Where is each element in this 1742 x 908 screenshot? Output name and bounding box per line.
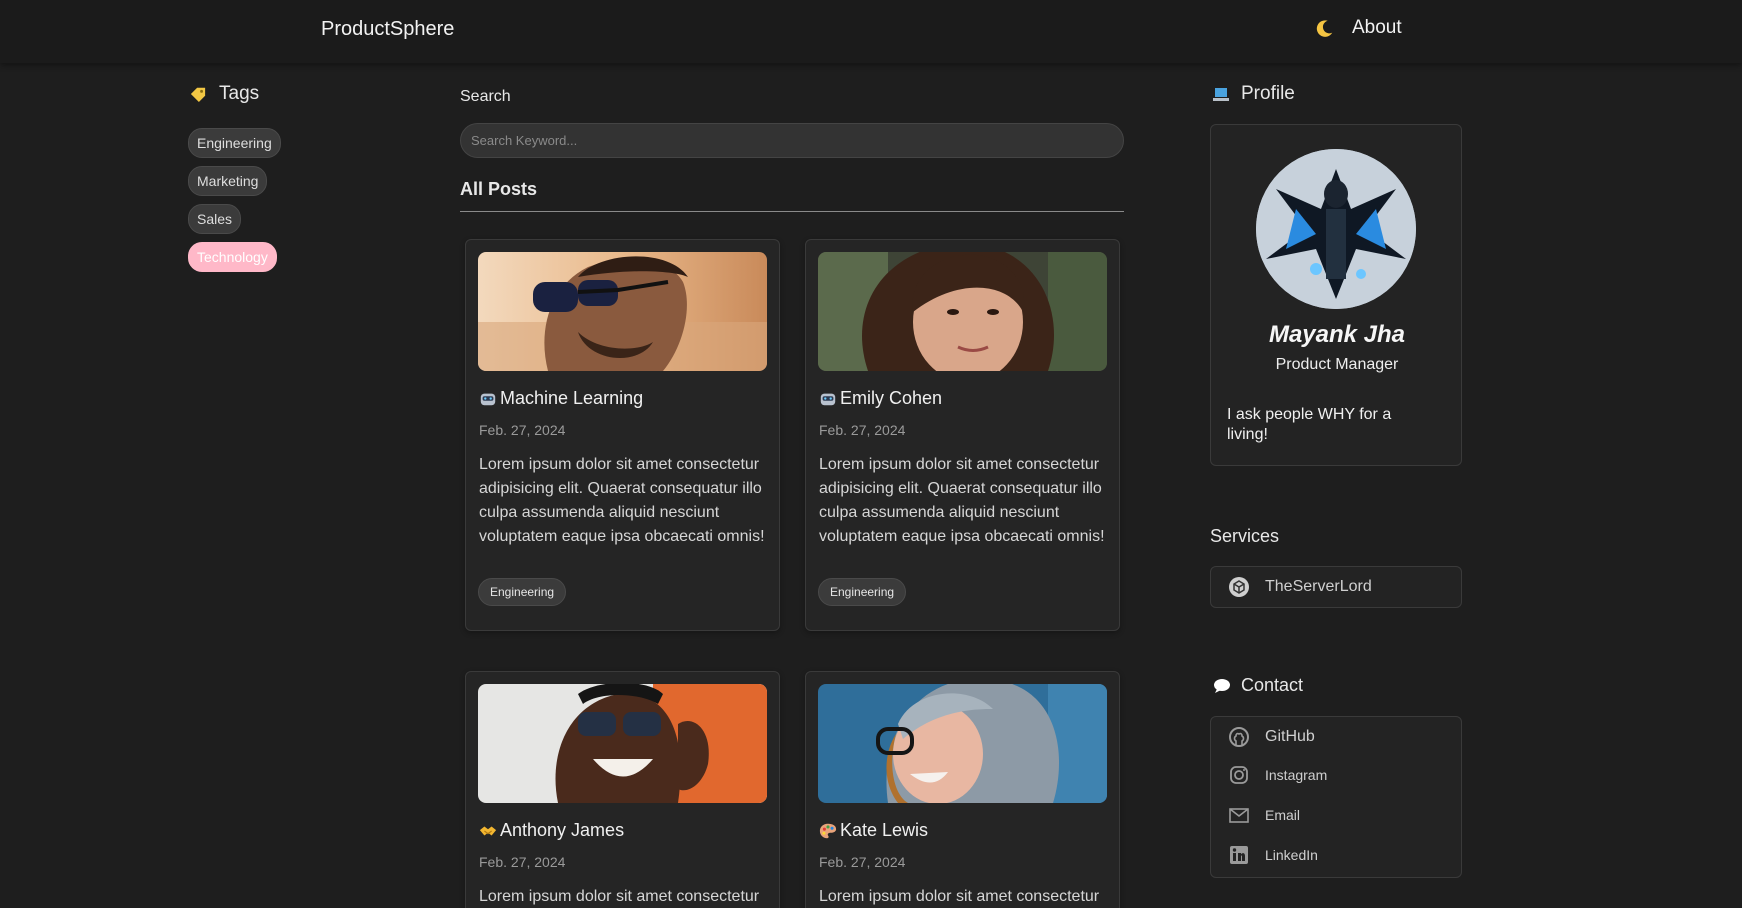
crescent-moon-icon[interactable]: [1313, 18, 1335, 40]
all-posts-heading: All Posts: [460, 179, 538, 199]
post-title[interactable]: Anthony James: [479, 820, 624, 841]
post-card[interactable]: Emily Cohen Feb. 27, 2024 Lorem ipsum do…: [805, 239, 1120, 631]
post-image: [478, 684, 767, 803]
tags-heading: Tags: [189, 83, 259, 105]
post-excerpt: Lorem ipsum dolor sit amet consectetur: [819, 888, 1100, 905]
contact-label: GitHub: [1265, 728, 1315, 745]
post-image: [818, 684, 1107, 803]
laptop-icon: [1213, 87, 1229, 101]
contact-title: Contact: [1241, 675, 1304, 695]
profile-role: Product Manager: [1275, 356, 1399, 373]
robot-face-icon: [480, 393, 496, 405]
post-title[interactable]: Machine Learning: [479, 388, 643, 409]
tag-marketing[interactable]: Marketing: [188, 166, 268, 196]
post-date: Feb. 27, 2024: [479, 422, 566, 438]
post-date: Feb. 27, 2024: [819, 854, 906, 870]
contact-github[interactable]: GitHub: [1228, 726, 1315, 748]
cube-icon: [1229, 577, 1249, 597]
post-tag[interactable]: Engineering: [818, 578, 907, 606]
post-title-text: Anthony James: [500, 820, 625, 840]
contact-panel: GitHub Instagram Email LinkedIn: [1210, 716, 1462, 878]
tag-sales[interactable]: Sales: [188, 204, 242, 234]
profile-card: Mayank Jha Product Manager I ask people …: [1210, 124, 1462, 466]
speech-bubble-icon: [1214, 678, 1230, 693]
tags-title: Tags: [219, 83, 260, 104]
contact-linkedin[interactable]: LinkedIn: [1228, 844, 1318, 866]
post-excerpt: Lorem ipsum dolor sit amet consectetur a…: [479, 456, 765, 545]
post-date: Feb. 27, 2024: [819, 422, 906, 438]
post-card[interactable]: Kate Lewis Feb. 27, 2024 Lorem ipsum dol…: [805, 671, 1120, 908]
robot-face-icon: [820, 393, 836, 405]
linkedin-icon: [1230, 846, 1248, 864]
avatar: [1256, 149, 1416, 309]
services-heading: Services: [1210, 526, 1280, 546]
post-image: [818, 252, 1107, 371]
profile-name: Mayank Jha: [1268, 321, 1406, 348]
tags-list: Engineering Marketing Sales Technology: [188, 128, 281, 280]
profile-heading: Profile: [1213, 83, 1295, 105]
contact-email[interactable]: Email: [1228, 804, 1300, 826]
tag-technology[interactable]: Technology: [188, 242, 277, 272]
instagram-icon: [1230, 766, 1248, 784]
services-panel: TheServerLord: [1210, 566, 1462, 608]
post-card[interactable]: Anthony James Feb. 27, 2024 Lorem ipsum …: [465, 671, 780, 908]
handshake-icon: [479, 826, 497, 835]
email-icon: [1229, 808, 1249, 823]
post-title-text: Machine Learning: [500, 388, 644, 408]
post-date: Feb. 27, 2024: [479, 854, 566, 870]
service-item[interactable]: TheServerLord: [1228, 576, 1372, 598]
about-link[interactable]: About: [1352, 17, 1402, 39]
profile-title: Profile: [1241, 83, 1295, 104]
post-title-text: Kate Lewis: [840, 820, 929, 840]
post-excerpt: Lorem ipsum dolor sit amet consectetur: [479, 888, 760, 905]
search-label: Search: [460, 88, 511, 105]
contact-label: Instagram: [1265, 767, 1328, 783]
post-image: [478, 252, 767, 371]
post-tag[interactable]: Engineering: [478, 578, 567, 606]
post-title[interactable]: Emily Cohen: [819, 388, 942, 409]
heading-divider: [460, 211, 1124, 212]
contact-instagram[interactable]: Instagram: [1228, 764, 1327, 786]
github-icon: [1229, 727, 1249, 747]
search-input[interactable]: [460, 123, 1124, 158]
artist-palette-icon: [819, 823, 837, 838]
service-label: TheServerLord: [1265, 578, 1372, 595]
post-title-text: Emily Cohen: [840, 388, 943, 408]
tag-engineering[interactable]: Engineering: [188, 128, 281, 158]
contact-label: LinkedIn: [1265, 847, 1318, 863]
post-excerpt: Lorem ipsum dolor sit amet consectetur a…: [819, 456, 1105, 545]
post-card[interactable]: Machine Learning Feb. 27, 2024 Lorem ips…: [465, 239, 780, 631]
label-tag-icon: [190, 87, 206, 102]
navbar: ProductSphere About: [0, 0, 1742, 63]
brand-logo[interactable]: ProductSphere: [321, 18, 454, 41]
profile-bio: I ask people WHY for a living!: [1227, 406, 1392, 443]
contact-heading: Contact: [1213, 675, 1303, 696]
post-title[interactable]: Kate Lewis: [819, 820, 928, 841]
contact-label: Email: [1265, 807, 1301, 823]
